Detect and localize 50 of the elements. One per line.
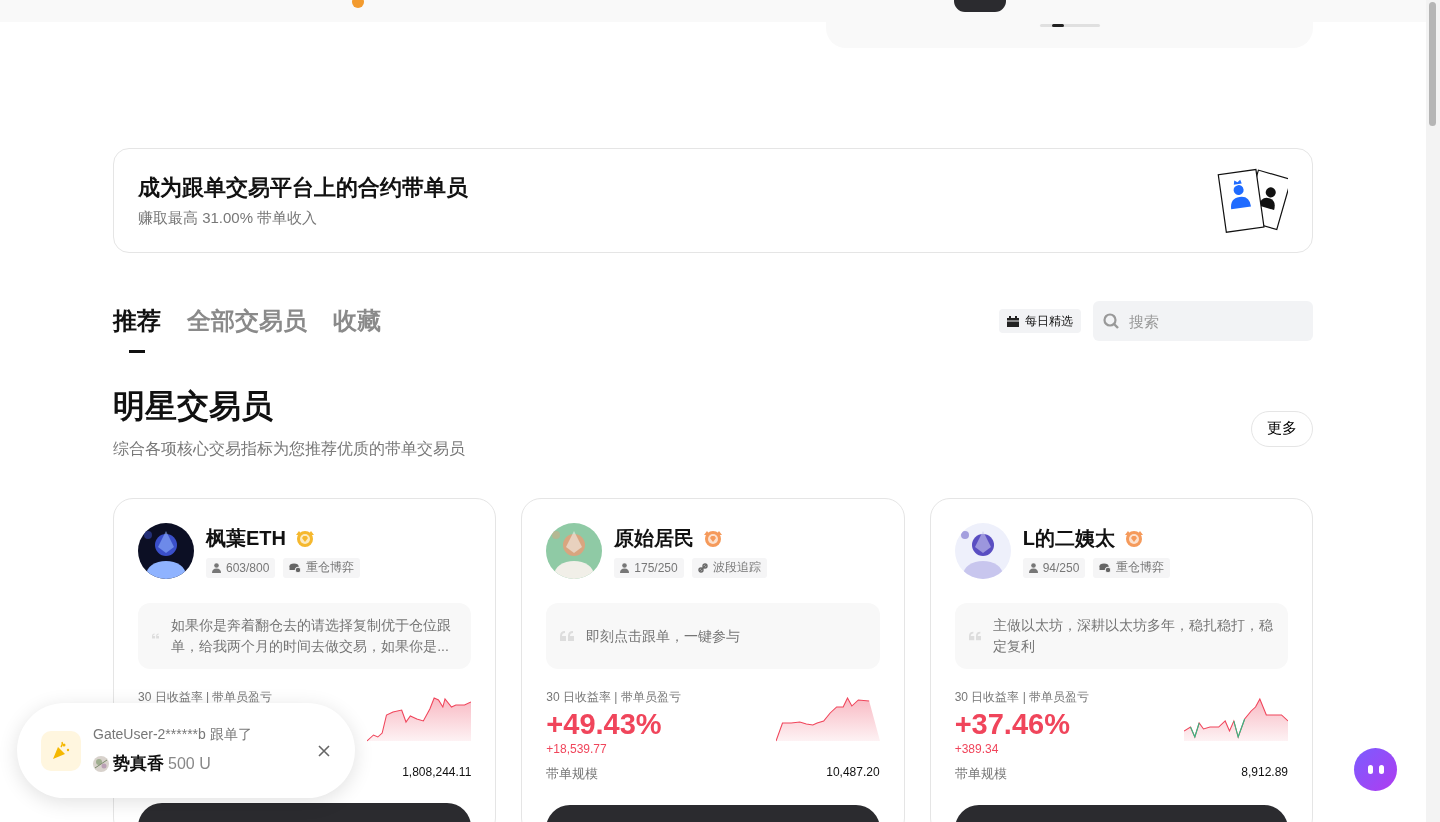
more-button[interactable]: 更多 bbox=[1251, 410, 1313, 447]
quote-text: 如果你是奔着翻仓去的请选择复制优于仓位跟单，给我两个月的时间去做交易，如果你是... bbox=[171, 616, 453, 656]
promo-title: 成为跟单交易平台上的合约带单员 bbox=[138, 174, 468, 202]
quote-text: 即刻点击跟单，一键参与 bbox=[586, 626, 741, 646]
coins-icon bbox=[1099, 562, 1112, 573]
followers-tag: 94/250 bbox=[1022, 557, 1086, 578]
quote-icon bbox=[152, 631, 160, 641]
promo-subtitle: 赚取最高 31.00% 带单收入 bbox=[138, 209, 319, 228]
trader-name: 原始居民 bbox=[614, 525, 695, 551]
scale-label: 带单规模 bbox=[546, 765, 599, 783]
followers-tag: 175/250 bbox=[614, 557, 684, 578]
trader-name: L的二姨太 bbox=[1022, 525, 1115, 551]
style-tag: 重仓博弈 bbox=[283, 557, 361, 578]
daily-pick-button[interactable]: 每日精选 bbox=[999, 309, 1081, 333]
stats-label: 30 日收益率 | 带单员盈亏 bbox=[954, 689, 1090, 706]
person-icon bbox=[212, 562, 221, 573]
roi-value: +37.46% bbox=[954, 707, 1071, 742]
trader-name: 枫葉ETH bbox=[206, 525, 286, 551]
toast-amount: 500 U bbox=[168, 754, 211, 773]
pnl-value: +389.34 bbox=[954, 742, 1000, 756]
calendar-icon bbox=[1007, 315, 1019, 327]
quote-text: 主做以太坊，深耕以太坊多年，稳扎稳打，稳定复利 bbox=[992, 616, 1274, 656]
person-icon bbox=[620, 562, 630, 573]
coins-icon bbox=[289, 562, 302, 573]
roi-value: +49.43% bbox=[546, 707, 663, 742]
pnl-value: +18,539.77 bbox=[546, 742, 608, 756]
chat-bot-button[interactable] bbox=[1354, 748, 1397, 791]
trader-card[interactable]: 原始居民 175/250 波段追踪 即刻点击跟单，一键参与 30 日收益率 | 带单员盈亏 +49.43% +18,539.77 带单规模 10,487.20 bbox=[521, 498, 905, 822]
quote-icon bbox=[968, 631, 981, 641]
close-icon[interactable] bbox=[317, 743, 331, 758]
scale-label: 带单规模 bbox=[954, 765, 1007, 783]
quote-icon bbox=[560, 631, 575, 641]
person-icon bbox=[1028, 562, 1038, 573]
party-popper-icon bbox=[41, 730, 81, 771]
trader-card[interactable]: L的二姨太 94/250 重仓博弈 主做以太坊，深耕以太坊多年，稳扎稳打，稳定复利 30 日收益率 | 带单员盈亏 +37.46% +389.34 带单规模 8,912.89 bbox=[929, 498, 1313, 822]
followers-tag: 603/800 bbox=[206, 557, 276, 578]
style-tag: 重仓博弈 bbox=[1093, 557, 1171, 578]
promo-banner[interactable]: 成为跟单交易平台上的合约带单员 赚取最高 31.00% 带单收入 bbox=[113, 148, 1313, 253]
scrollbar[interactable] bbox=[1426, 0, 1440, 822]
section-subtitle: 综合各项核心交易指标为您推荐优质的带单交易员 bbox=[113, 439, 465, 459]
link-icon bbox=[697, 562, 708, 573]
style-tag: 波段追踪 bbox=[691, 557, 767, 578]
section-title: 明星交易员 bbox=[113, 387, 274, 426]
toast-trader-name: 势真香 bbox=[113, 753, 164, 775]
tab[interactable]: 推荐 bbox=[113, 301, 161, 353]
scale-value: 8,912.89 bbox=[1241, 765, 1288, 781]
scale-value: 1,808,244.11 bbox=[402, 765, 472, 781]
search-field[interactable]: 搜索 bbox=[1093, 301, 1313, 341]
scale-value: 10,487.20 bbox=[826, 765, 880, 781]
stats-label: 30 日收益率 | 带单员盈亏 bbox=[546, 689, 681, 706]
